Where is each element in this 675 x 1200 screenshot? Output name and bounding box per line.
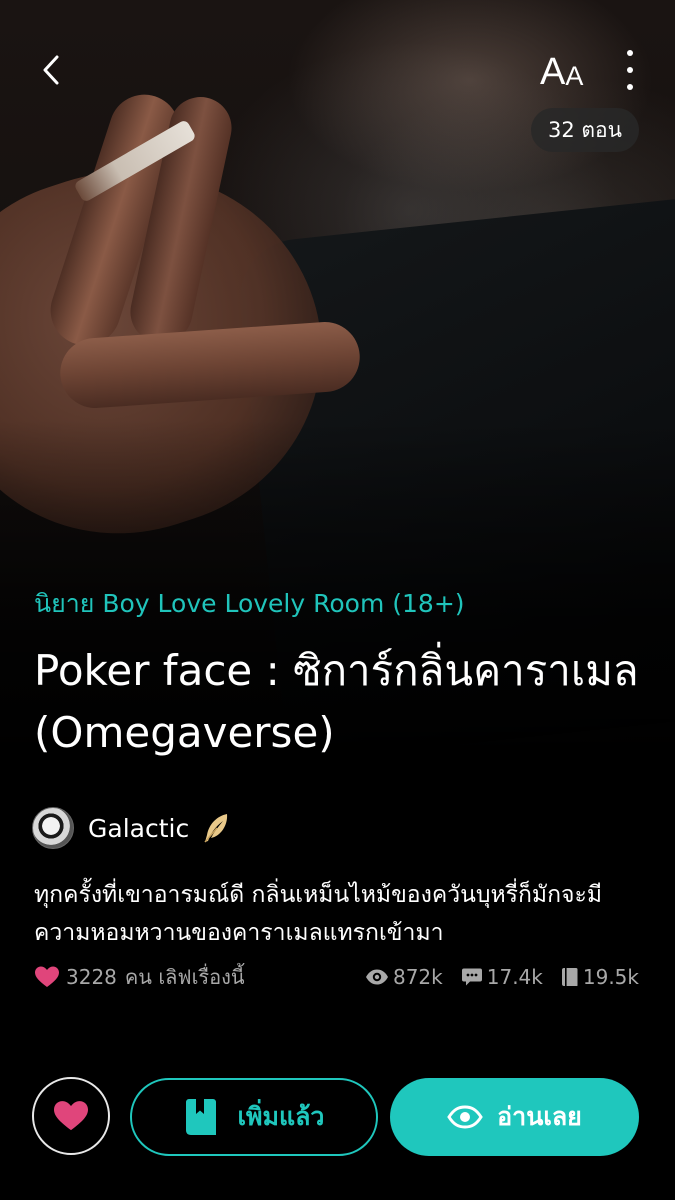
add-to-library-label: เพิ่มแล้ว bbox=[237, 1102, 325, 1131]
comments-count: 17.4k bbox=[486, 965, 543, 989]
add-to-library-button[interactable]: เพิ่มแล้ว bbox=[130, 1078, 378, 1156]
book-bookmark-icon bbox=[185, 1099, 216, 1135]
views-stat: 872k bbox=[365, 965, 443, 989]
likes-stat: 3228 คน เลิฟเรื่องนี้ bbox=[34, 961, 245, 993]
heart-icon bbox=[35, 966, 59, 987]
views-count: 872k bbox=[392, 965, 443, 989]
synopsis-text: ทุกครั้งที่เขาอารมณ์ดี กลิ่นเหม็นไหม้ของ… bbox=[34, 882, 602, 946]
heart-icon bbox=[54, 1101, 88, 1131]
episodes-badge: 32 ตอน bbox=[531, 108, 639, 152]
font-size-button[interactable]: A A bbox=[540, 48, 594, 92]
stats-row: 3228 คน เลิฟเรื่องนี้ 872k 17.4k 19.5k bbox=[34, 960, 639, 994]
font-size-small-letter: A bbox=[565, 61, 584, 91]
feather-icon bbox=[204, 814, 228, 843]
novel-title: Poker face : ซิการ์กลิ่นคาราเมล (Omegave… bbox=[34, 646, 639, 757]
engagement-stats: 872k 17.4k 19.5k bbox=[347, 965, 639, 989]
likes-count: 3228 bbox=[66, 965, 117, 989]
bookmarks-stat: 19.5k bbox=[561, 965, 639, 989]
novel-detail-screen: A A 32 ตอน นิยาย Boy Love Lovely Room (1… bbox=[0, 0, 675, 1200]
author-avatar bbox=[32, 807, 74, 849]
comment-icon bbox=[461, 968, 482, 986]
more-vertical-icon-dot bbox=[627, 67, 633, 73]
more-vertical-icon-dot bbox=[627, 84, 633, 90]
book-icon bbox=[561, 968, 578, 987]
more-vertical-icon-dot bbox=[627, 50, 633, 56]
more-options-button[interactable] bbox=[612, 50, 648, 90]
chevron-left-icon bbox=[43, 55, 59, 85]
back-button[interactable] bbox=[30, 48, 74, 92]
comments-stat: 17.4k bbox=[461, 965, 543, 989]
author-name: Galactic bbox=[88, 813, 190, 843]
font-size-large-letter: A bbox=[540, 51, 566, 93]
category-label[interactable]: นิยาย Boy Love Lovely Room (18+) bbox=[34, 584, 465, 624]
likes-label: คน เลิฟเรื่องนี้ bbox=[124, 965, 245, 989]
read-now-label: อ่านเลย bbox=[497, 1102, 582, 1131]
read-now-button[interactable]: อ่านเลย bbox=[390, 1078, 639, 1156]
eye-icon bbox=[365, 969, 388, 985]
bookmarks-count: 19.5k bbox=[582, 965, 639, 989]
like-button[interactable] bbox=[32, 1077, 110, 1155]
author-row[interactable]: Galactic bbox=[32, 806, 233, 850]
eye-icon bbox=[447, 1105, 483, 1129]
